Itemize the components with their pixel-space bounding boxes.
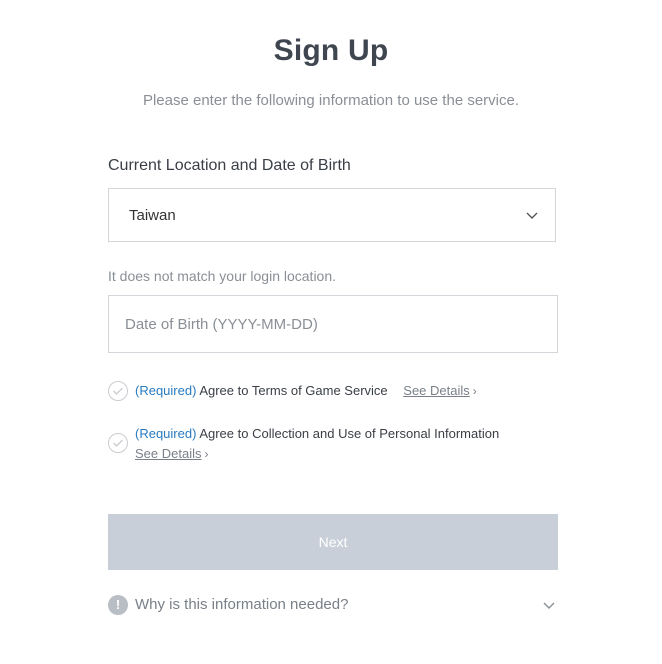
agreement-terms-label: Agree to Terms of Game Service — [196, 383, 388, 398]
chevron-right-icon: › — [204, 447, 209, 461]
exclamation-icon: ! — [108, 595, 128, 615]
agreement-privacy-text: (Required) Agree to Collection and Use o… — [135, 424, 499, 464]
location-selected-value: Taiwan — [129, 207, 176, 224]
required-label: (Required) — [135, 426, 197, 441]
agree-terms-checkbox[interactable] — [108, 381, 128, 401]
check-icon — [113, 439, 123, 447]
why-info-toggle[interactable]: ! Why is this information needed? — [108, 594, 558, 616]
agreement-privacy-row: (Required) Agree to Collection and Use o… — [108, 424, 499, 464]
chevron-right-icon: › — [472, 384, 477, 398]
location-hint: It does not match your login location. — [108, 268, 337, 284]
chevron-down-icon — [526, 212, 538, 219]
page-title: Sign Up — [273, 34, 389, 67]
agree-privacy-checkbox[interactable] — [108, 433, 128, 453]
see-details-link[interactable]: See Details › — [135, 446, 208, 461]
agreement-terms-text: (Required) Agree to Terms of Game Servic… — [135, 381, 477, 401]
agreement-terms-row: (Required) Agree to Terms of Game Servic… — [108, 381, 477, 401]
see-details-link[interactable]: See Details › — [403, 383, 476, 398]
section-label: Current Location and Date of Birth — [108, 157, 351, 174]
required-label: (Required) — [135, 383, 197, 398]
check-icon — [113, 387, 123, 395]
page-subtitle: Please enter the following information t… — [142, 92, 520, 109]
agreement-privacy-label: Agree to Collection and Use of Personal … — [196, 426, 500, 441]
location-select[interactable]: Taiwan — [108, 188, 556, 242]
see-details-label: See Details — [403, 383, 470, 398]
signup-page: Sign Up Please enter the following infor… — [0, 0, 662, 664]
why-info-label: Why is this information needed? — [135, 596, 349, 613]
next-button[interactable]: Next — [108, 514, 558, 570]
dob-input[interactable] — [108, 295, 558, 353]
see-details-label: See Details — [135, 446, 202, 461]
chevron-down-icon — [543, 602, 555, 609]
